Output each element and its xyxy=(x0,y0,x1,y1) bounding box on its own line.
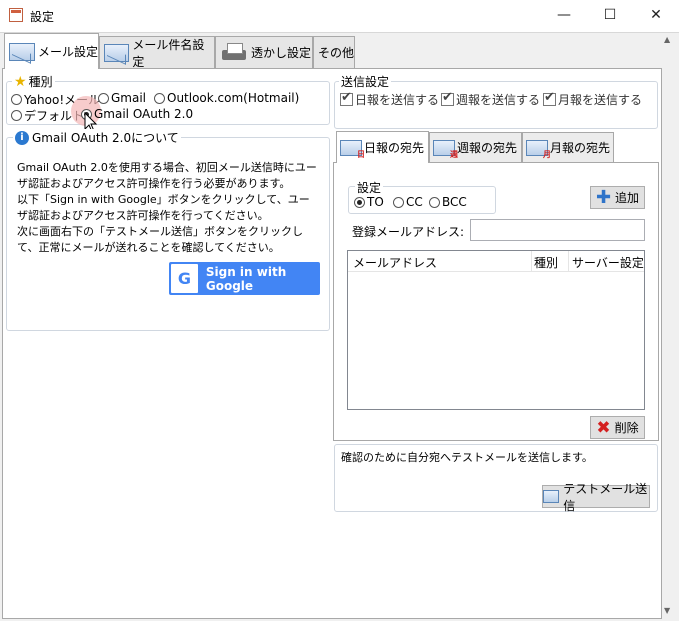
radio-circle xyxy=(154,92,165,104)
radio-outlook[interactable]: Outlook.com(Hotmail) xyxy=(154,91,299,105)
mail-icon xyxy=(543,490,560,503)
checkbox-box xyxy=(340,90,353,106)
checkbox-label: 週報を送信する xyxy=(456,93,541,107)
plus-icon: ✚ xyxy=(595,186,612,208)
radio-to[interactable]: TO xyxy=(354,195,384,209)
tab-label: その他 xyxy=(318,46,355,60)
tab-label: 透かし設定 xyxy=(251,46,312,60)
radio-circle xyxy=(393,196,404,208)
column-divider xyxy=(568,251,569,271)
radio-label: Gmail xyxy=(111,91,147,105)
column-header-server[interactable]: サーバー設定 xyxy=(572,254,644,271)
sign-in-with-google-button[interactable]: G Sign in with Google xyxy=(169,262,320,295)
radio-label: Outlook.com(Hotmail) xyxy=(167,91,300,105)
mail-icon: 月 xyxy=(526,139,551,159)
radio-circle xyxy=(11,110,22,121)
delete-label: 削除 xyxy=(614,421,639,435)
radio-gmail[interactable]: Gmail xyxy=(98,91,146,105)
tab-watermark-settings[interactable]: 透かし設定 xyxy=(215,36,313,68)
column-header-address[interactable]: メールアドレス xyxy=(353,254,437,271)
radio-label: Gmail OAuth 2.0 xyxy=(94,107,194,121)
oauth-info-label: Gmail OAuth 2.0について xyxy=(32,131,179,145)
tab-weekly-recipients[interactable]: 週 週報の宛先 xyxy=(429,132,522,162)
checkbox-box xyxy=(543,90,556,106)
mode-group-label: 設定 xyxy=(355,179,384,196)
vertical-scrollbar[interactable]: ▲ ▼ xyxy=(662,33,676,621)
checkbox-box xyxy=(441,90,454,106)
add-button[interactable]: ✚ 追加 xyxy=(590,186,645,209)
red-x-icon: ✖ xyxy=(596,417,611,438)
column-divider xyxy=(531,251,532,271)
tab-label: 月報の宛先 xyxy=(550,141,611,155)
mail-icon xyxy=(104,43,130,62)
oauth-info-text: Gmail OAuth 2.0を使用する場合、初回メール送信時にユーザ認証および… xyxy=(17,161,317,254)
checkbox-label: 日報を送信する xyxy=(355,93,440,107)
checkbox-monthly-report[interactable]: 月報を送信する xyxy=(543,90,643,108)
radio-circle xyxy=(98,92,109,104)
delete-button[interactable]: ✖ 削除 xyxy=(590,416,645,439)
send-settings-label: 送信設定 xyxy=(339,73,392,90)
title-bar: 設定 — ☐ ✕ xyxy=(0,0,679,32)
mail-icon: 日 xyxy=(340,139,365,159)
address-list[interactable] xyxy=(347,250,645,410)
printer-icon xyxy=(220,42,248,64)
tab-mail-subject-settings[interactable]: メール件名設定 xyxy=(99,36,215,69)
mail-icon: 週 xyxy=(433,139,458,159)
column-header-type[interactable]: 種別 xyxy=(534,254,558,271)
close-button[interactable]: ✕ xyxy=(633,0,679,30)
tab-label: メール設定 xyxy=(38,45,99,59)
info-icon: i xyxy=(15,130,29,145)
address-label: 登録メールアドレス: xyxy=(352,225,465,239)
tab-label: 週報の宛先 xyxy=(457,141,518,155)
send-test-mail-label: テストメール送信 xyxy=(563,481,648,513)
scroll-up-arrow-icon[interactable]: ▲ xyxy=(664,35,670,44)
star-icon: ★ xyxy=(14,73,27,90)
test-mail-description: 確認のために自分宛へテストメールを送信します。 xyxy=(341,451,593,464)
radio-label: CC xyxy=(406,195,423,209)
tab-label: 日報の宛先 xyxy=(364,141,425,155)
type-group-legend: ★ 種別 xyxy=(12,73,55,90)
checkbox-daily-report[interactable]: 日報を送信する xyxy=(340,90,440,108)
checkbox-weekly-report[interactable]: 週報を送信する xyxy=(441,90,541,108)
tab-other[interactable]: その他 xyxy=(313,36,355,68)
scroll-down-arrow-icon[interactable]: ▼ xyxy=(664,606,670,615)
tab-mail-settings[interactable]: メール設定 xyxy=(4,33,99,69)
google-g-icon: G xyxy=(171,264,198,293)
radio-cc[interactable]: CC xyxy=(393,195,423,209)
window-title: 設定 xyxy=(30,10,55,24)
radio-circle-selected xyxy=(354,196,365,208)
sign-in-label: Sign in with Google xyxy=(205,264,287,293)
maximize-button[interactable]: ☐ xyxy=(587,0,633,30)
tab-label: メール件名設定 xyxy=(132,37,205,69)
oauth-info-legend: i Gmail OAuth 2.0について xyxy=(13,129,181,146)
radio-label: TO xyxy=(367,195,384,209)
email-address-input[interactable] xyxy=(470,219,645,241)
tab-monthly-recipients[interactable]: 月 月報の宛先 xyxy=(522,132,614,162)
radio-circle xyxy=(429,196,440,208)
app-icon xyxy=(9,8,23,22)
radio-label: BCC xyxy=(442,195,467,209)
radio-circle xyxy=(11,94,22,105)
tab-daily-recipients[interactable]: 日 日報の宛先 xyxy=(336,131,429,163)
type-group-label: 種別 xyxy=(28,75,53,89)
checkbox-label: 月報を送信する xyxy=(558,93,643,107)
mail-icon xyxy=(9,42,35,61)
send-test-mail-button[interactable]: テストメール送信 xyxy=(542,482,650,513)
add-label: 追加 xyxy=(615,191,640,205)
address-list-header: メールアドレス 種別 サーバー設定 xyxy=(348,251,644,272)
minimize-button[interactable]: — xyxy=(541,0,587,30)
radio-bcc[interactable]: BCC xyxy=(429,195,467,209)
